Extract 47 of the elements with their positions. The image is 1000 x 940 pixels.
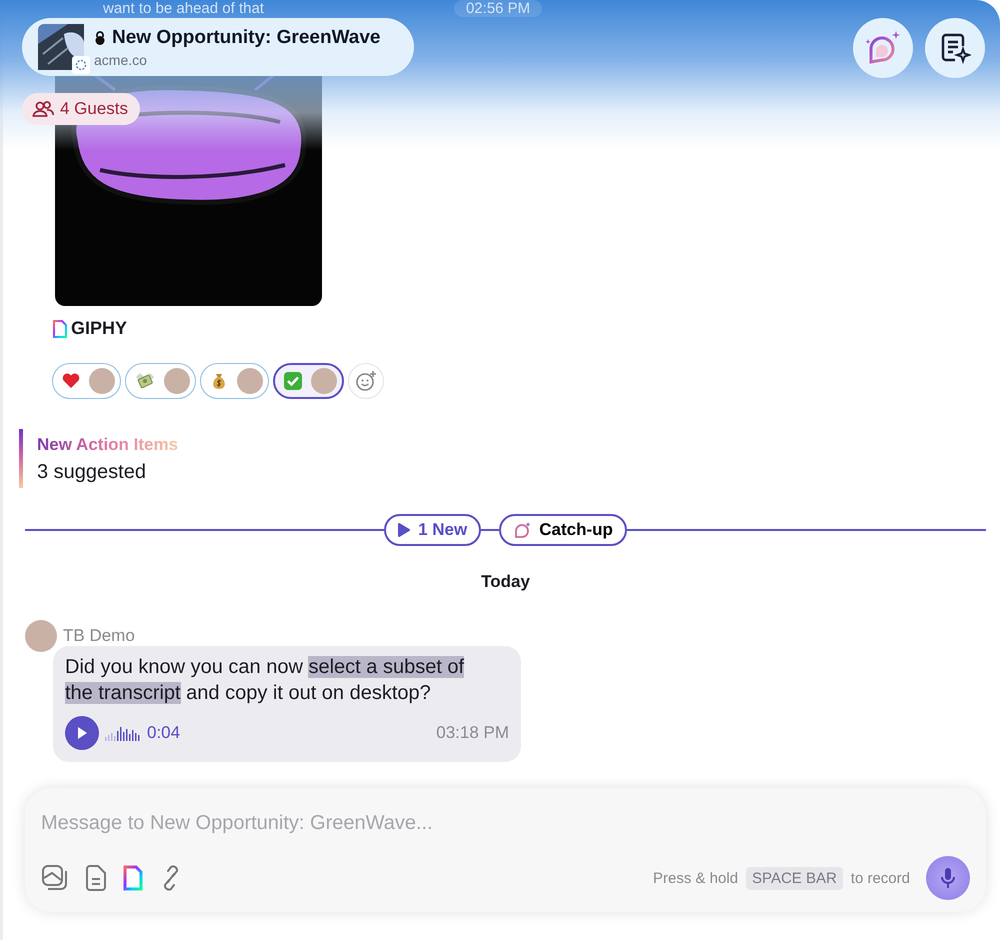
reaction-pill[interactable] <box>273 363 344 399</box>
add-reaction-button[interactable] <box>348 363 384 399</box>
message-input[interactable]: Message to New Opportunity: GreenWave... <box>41 804 970 843</box>
date-label: Today <box>481 572 530 592</box>
giphy-logo-icon <box>53 320 67 338</box>
avatar <box>164 368 190 394</box>
gif-source: GIPHY <box>71 318 128 339</box>
reaction-pill[interactable] <box>52 363 121 399</box>
waveform-icon <box>105 725 141 741</box>
avatar <box>25 620 57 652</box>
play-icon <box>76 726 88 740</box>
add-emoji-icon <box>355 370 377 392</box>
action-items-count: 3 suggested <box>37 461 147 484</box>
guests-badge[interactable]: 4 Guests <box>22 93 140 125</box>
message-time: 03:18 PM <box>436 723 509 743</box>
audio-duration: 0:04 <box>147 723 180 743</box>
conversation-domain: acme.co <box>94 52 148 68</box>
new-messages-button[interactable]: 1 New <box>384 514 482 546</box>
action-items-card[interactable]: New Action Items 3 suggested <box>19 429 986 488</box>
message-time: 02:56 PM <box>454 0 542 17</box>
record-hint: Press & hold <box>653 870 738 886</box>
giphy-logo-icon <box>123 865 143 891</box>
conversation-title: New Opportunity: GreenWave <box>112 26 380 48</box>
avatar <box>237 368 263 394</box>
document-icon <box>85 864 107 892</box>
document-button[interactable] <box>85 864 107 892</box>
message-text: Did you know you can now select a subset of the transcript and copy it out on desktop? <box>65 655 466 706</box>
people-icon <box>32 100 54 118</box>
sparkle-bubble-icon <box>513 521 532 539</box>
image-icon <box>41 864 69 892</box>
gif-button[interactable] <box>123 865 143 891</box>
play-button[interactable] <box>65 716 99 750</box>
record-hint: to record <box>850 870 910 886</box>
check-icon <box>283 371 303 391</box>
heart-icon <box>61 371 81 391</box>
message-text: want to be ahead of that <box>103 0 264 19</box>
avatar <box>89 368 115 394</box>
sender-name: TB Demo <box>63 626 135 646</box>
play-icon <box>398 523 410 537</box>
sparkle-bubble-icon <box>865 30 901 66</box>
key-label: SPACE BAR <box>746 866 843 890</box>
notes-icon <box>939 32 971 64</box>
image-button[interactable] <box>41 864 69 892</box>
record-button[interactable] <box>926 856 970 900</box>
avatar <box>311 368 337 394</box>
catch-up-button[interactable]: Catch-up <box>499 514 627 546</box>
microphone-icon <box>940 867 956 889</box>
